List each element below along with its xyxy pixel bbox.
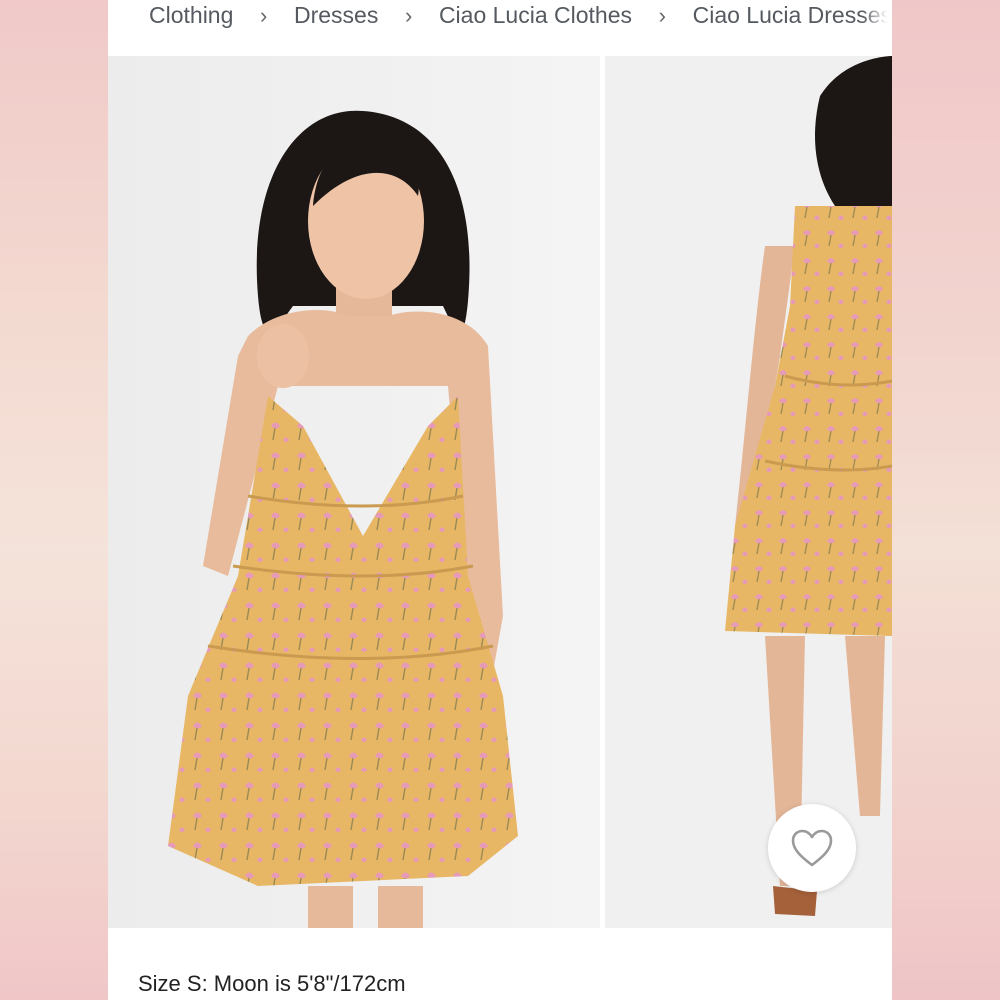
- model-back-illustration: [605, 56, 892, 928]
- product-card: Clothing › Dresses › Ciao Lucia Clothes …: [108, 0, 892, 1000]
- heart-outline-icon: [791, 829, 833, 867]
- breadcrumb-item-dresses[interactable]: Dresses: [294, 0, 378, 29]
- chevron-right-icon: ›: [404, 3, 413, 28]
- chevron-right-icon: ›: [658, 3, 666, 28]
- page-background-right: [892, 0, 1000, 1000]
- chevron-right-icon: ›: [260, 3, 268, 28]
- breadcrumb-fade: [862, 0, 892, 40]
- product-image-front[interactable]: [108, 56, 600, 928]
- breadcrumb: Clothing › Dresses › Ciao Lucia Clothes …: [108, 0, 892, 56]
- favorite-button[interactable]: [768, 804, 856, 892]
- breadcrumb-item-brand-clothes[interactable]: Ciao Lucia Clothes: [439, 0, 632, 29]
- page-background-left: [0, 0, 108, 1000]
- breadcrumb-item-clothing[interactable]: Clothing: [149, 0, 233, 29]
- model-front-illustration: [108, 56, 600, 928]
- size-caption: Size S: Moon is 5'8"/172cm: [138, 971, 406, 996]
- product-image-back[interactable]: [605, 56, 892, 928]
